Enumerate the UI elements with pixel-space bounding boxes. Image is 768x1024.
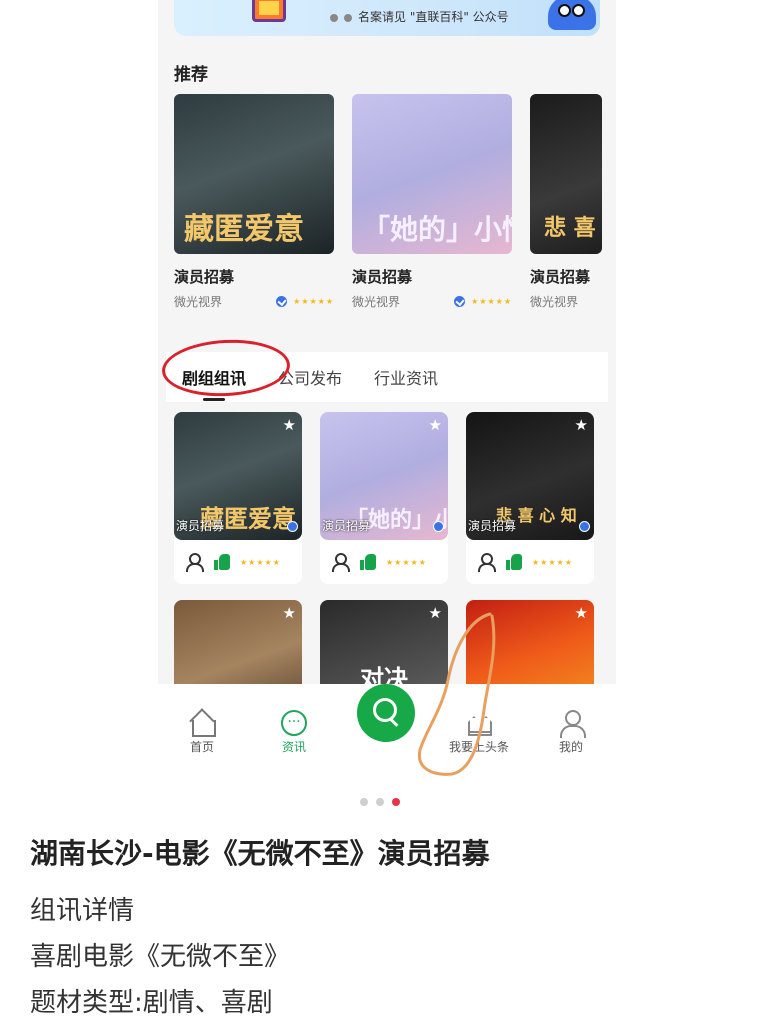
card-footer: ★★★★★ — [320, 540, 448, 584]
verified-icon — [287, 521, 298, 532]
profile-icon — [558, 710, 586, 738]
banner-indicator-dot — [330, 13, 338, 22]
pagination-dot[interactable] — [360, 798, 368, 806]
app-screenshot: 名案请见 "直联百科" 公众号 推荐 藏匿爱意 演员招募 微光视界 ★★★★★ … — [158, 0, 616, 790]
card-label: 演员招募 — [322, 519, 371, 533]
recommend-card[interactable]: 「她的」小情绪 演员招募 微光视界 ★★★★★ — [352, 94, 512, 310]
card-footer: ★★★★★ — [174, 540, 302, 584]
home-icon — [189, 710, 216, 737]
card-title: 演员招募 — [174, 268, 235, 286]
article-line: 题材类型:剧情、喜剧 — [30, 988, 273, 1018]
rating-stars: ★★★★★ — [386, 557, 427, 567]
recommend-list: 藏匿爱意 演员招募 微光视界 ★★★★★ 「她的」小情绪 演员招募 微光视界 ★… — [174, 94, 616, 324]
card-label: 演员招募 — [468, 519, 517, 533]
card-meta: 微光视界 — [530, 293, 602, 310]
poster-image: 藏匿爱意 — [174, 94, 334, 254]
verified-icon — [276, 296, 288, 307]
poster-image: ★ 「她的」小情 演员招募 — [320, 412, 448, 540]
thumbs-up-icon[interactable] — [506, 554, 522, 570]
grid-card[interactable]: ★ 「她的」小情 演员招募 ★★★★★ — [320, 412, 448, 584]
favorite-star-icon[interactable]: ★ — [429, 416, 442, 434]
favorite-star-icon[interactable]: ★ — [575, 604, 588, 622]
favorite-star-icon[interactable]: ★ — [575, 416, 588, 434]
grid-card[interactable]: ★ 悲 喜 心 知 演员招募 ★★★★★ — [466, 412, 594, 584]
recommend-card[interactable]: 藏匿爱意 演员招募 微光视界 ★★★★★ — [174, 94, 334, 310]
author-name: 微光视界 — [352, 295, 401, 309]
promo-banner[interactable]: 名案请见 "直联百科" 公众号 — [174, 0, 600, 36]
card-meta: 微光视界 ★★★★★ — [352, 293, 512, 310]
poster-image: 「她的」小情绪 — [352, 94, 512, 254]
bottom-navigation: 首页 资讯 我要上头条 我的 — [158, 684, 616, 790]
poster-image: 悲 喜 — [530, 94, 602, 254]
poster-title: 「她的」小情绪 — [362, 213, 512, 246]
chat-icon — [281, 710, 307, 736]
pagination-dots — [360, 798, 400, 806]
card-title: 演员招募 — [352, 268, 413, 286]
search-button[interactable] — [357, 684, 415, 742]
rating-stars: ★★★★★ — [293, 297, 334, 306]
grid-card[interactable]: ★ 藏匿爱意 演员招募 ★★★★★ — [174, 412, 302, 584]
recommend-card[interactable]: 悲 喜 演员招募 微光视界 — [530, 94, 602, 310]
verified-icon — [433, 521, 444, 532]
favorite-star-icon[interactable]: ★ — [283, 604, 296, 622]
article-line: 喜剧电影《无微不至》 — [30, 942, 291, 972]
user-icon — [332, 553, 350, 572]
verified-icon — [579, 521, 590, 532]
author-name: 微光视界 — [530, 295, 579, 309]
pagination-dot[interactable] — [376, 798, 384, 806]
nav-label: 我的 — [558, 740, 583, 754]
card-label: 演员招募 — [176, 519, 225, 533]
banner-indicator-dot — [344, 13, 352, 22]
user-icon — [186, 553, 204, 572]
rating-stars: ★★★★★ — [532, 557, 573, 567]
tv-illustration-icon — [252, 0, 286, 22]
poster-image: ★ 悲 喜 心 知 演员招募 — [466, 412, 594, 540]
nav-label: 资讯 — [281, 740, 306, 754]
article-title: 湖南长沙-电影《无微不至》演员招募 — [30, 837, 490, 870]
nav-profile[interactable]: 我的 — [541, 710, 601, 755]
thumbs-up-icon[interactable] — [360, 554, 376, 570]
nav-news[interactable]: 资讯 — [264, 710, 324, 755]
thumbs-up-icon[interactable] — [214, 554, 230, 570]
favorite-star-icon[interactable]: ★ — [283, 416, 296, 434]
poster-title: 悲 喜 — [544, 215, 596, 241]
nav-home[interactable]: 首页 — [172, 710, 232, 755]
orange-circle-annotation — [417, 612, 496, 776]
verified-icon — [454, 296, 466, 307]
rating-stars: ★★★★★ — [240, 557, 281, 567]
tab-industry-news[interactable]: 行业资讯 — [358, 365, 454, 389]
recommend-section-title: 推荐 — [174, 65, 208, 85]
poster-title: 藏匿爱意 — [184, 212, 304, 247]
rating-stars: ★★★★★ — [471, 297, 512, 306]
card-footer: ★★★★★ — [466, 540, 594, 584]
banner-text: 名案请见 "直联百科" 公众号 — [330, 8, 509, 25]
card-meta: 微光视界 ★★★★★ — [174, 293, 334, 310]
article-line: 组讯详情 — [30, 896, 135, 926]
poster-image: ★ 藏匿爱意 演员招募 — [174, 412, 302, 540]
nav-label: 首页 — [189, 740, 214, 754]
card-title: 演员招募 — [530, 268, 591, 286]
pagination-dot-active[interactable] — [392, 798, 400, 806]
mascot-icon — [548, 0, 596, 30]
author-name: 微光视界 — [174, 295, 223, 309]
user-icon — [478, 553, 496, 572]
